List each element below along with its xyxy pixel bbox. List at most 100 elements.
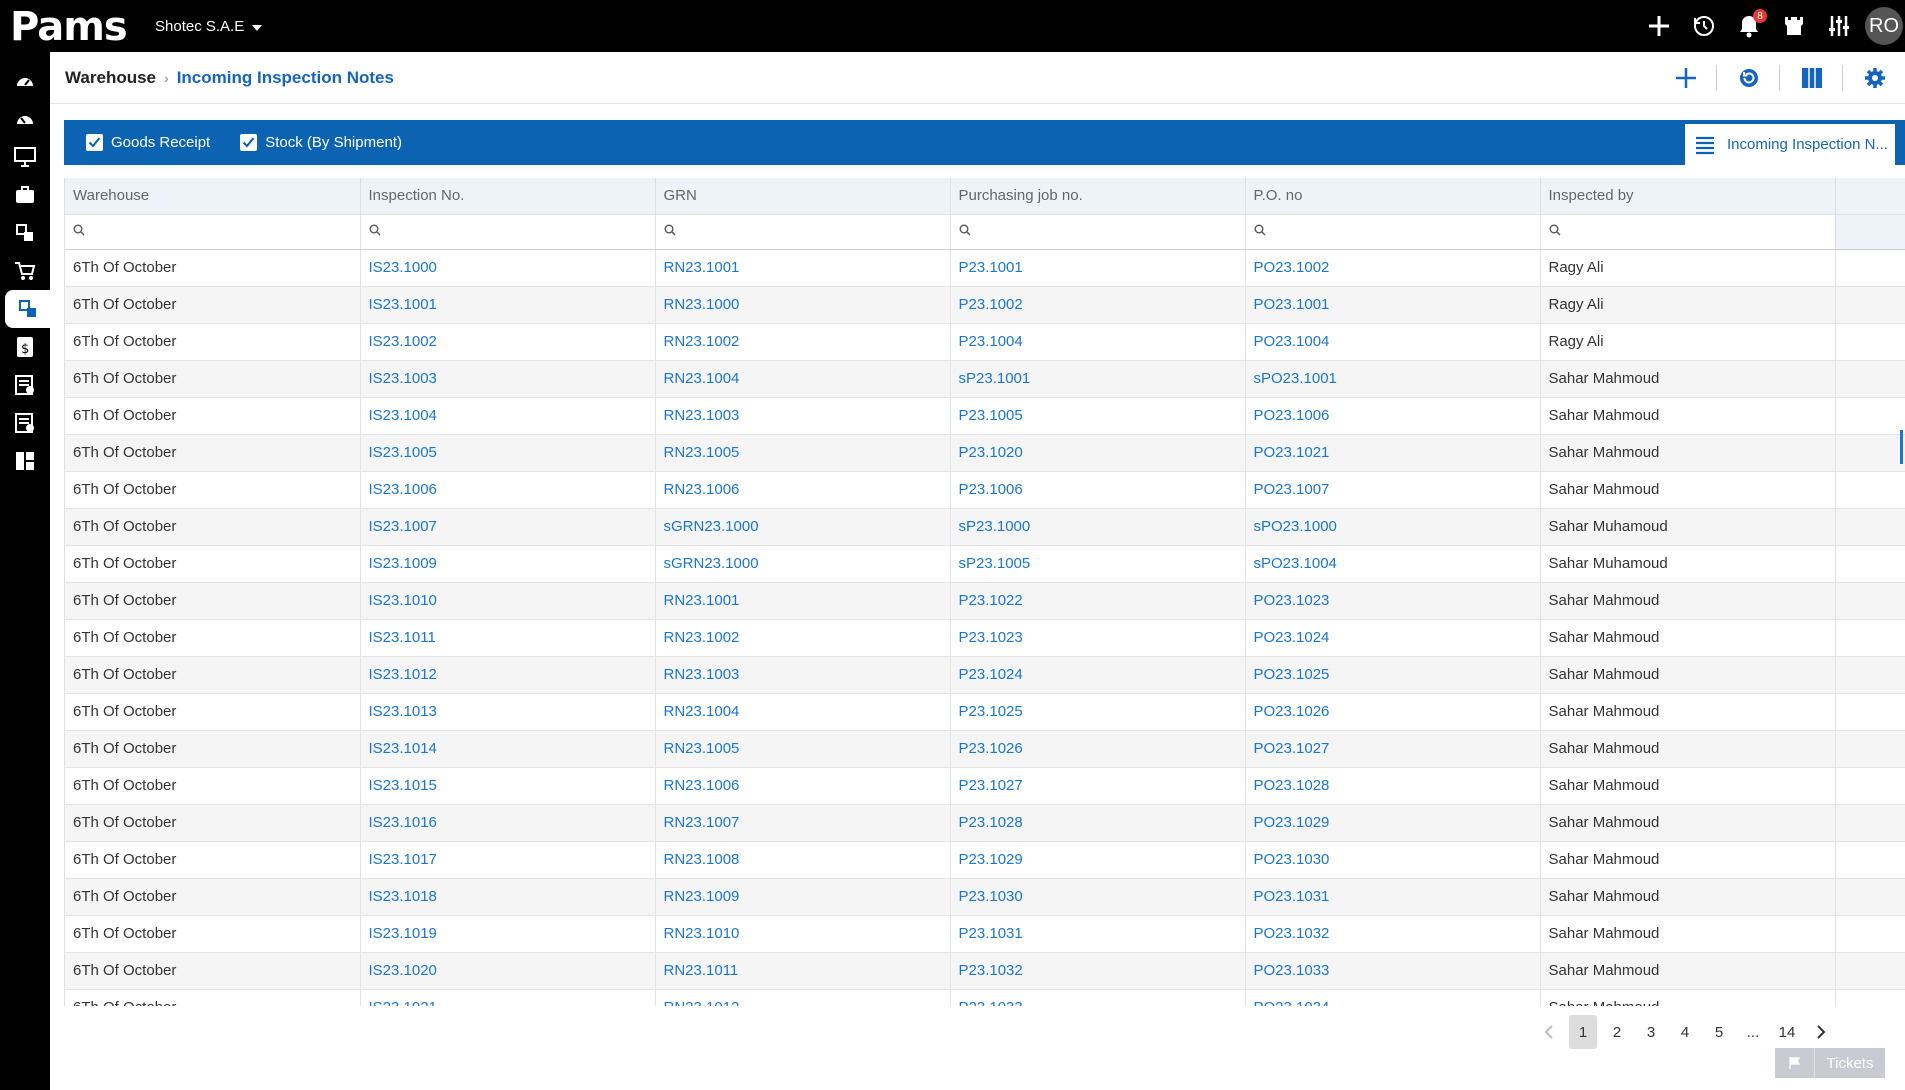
avatar[interactable]: RO — [1865, 7, 1903, 45]
page-button-5[interactable]: 5 — [1705, 1015, 1733, 1049]
table-row[interactable]: 6Th Of October IS23.1005 RN23.1005 P23.1020… — [65, 434, 1905, 472]
cell-grn[interactable]: RN23.1002 — [655, 619, 951, 657]
cell-inspection-no[interactable]: IS23.1004 — [360, 397, 656, 435]
page-button-last[interactable]: 14 — [1773, 1015, 1801, 1049]
filter-warehouse[interactable] — [65, 214, 361, 250]
cell-inspection-no[interactable]: IS23.1015 — [360, 767, 656, 805]
sidebar-item-dashboard-2[interactable] — [0, 100, 50, 138]
table-row[interactable]: 6Th Of October IS23.1015 RN23.1006 P23.1027… — [65, 767, 1905, 805]
cell-grn[interactable]: sGRN23.1000 — [655, 545, 951, 583]
cell-po-no[interactable]: PO23.1030 — [1245, 841, 1541, 879]
cell-po-no[interactable]: PO23.1024 — [1245, 619, 1541, 657]
cell-purchasing-job[interactable]: P23.1033 — [950, 989, 1246, 1006]
cell-inspection-no[interactable]: IS23.1016 — [360, 804, 656, 842]
cell-purchasing-job[interactable]: P23.1005 — [950, 397, 1246, 435]
cell-inspection-no[interactable]: IS23.1001 — [360, 286, 656, 324]
sidebar-item-finance[interactable]: $ — [0, 328, 50, 366]
column-header-inspected-by[interactable]: Inspected by — [1540, 178, 1836, 215]
cell-inspection-no[interactable]: IS23.1009 — [360, 545, 656, 583]
cell-grn[interactable]: RN23.1010 — [655, 915, 951, 953]
cell-purchasing-job[interactable]: P23.1020 — [950, 434, 1246, 472]
cell-inspection-no[interactable]: IS23.1006 — [360, 471, 656, 509]
cell-purchasing-job[interactable]: P23.1032 — [950, 952, 1246, 990]
cell-po-no[interactable]: PO23.1034 — [1245, 989, 1541, 1006]
column-header-grn[interactable]: GRN — [655, 178, 951, 215]
table-row[interactable]: 6Th Of October IS23.1018 RN23.1009 P23.1030… — [65, 878, 1905, 916]
cell-grn[interactable]: RN23.1012 — [655, 989, 951, 1006]
cell-inspection-no[interactable]: IS23.1007 — [360, 508, 656, 546]
sliders-icon[interactable] — [1816, 0, 1861, 52]
scrollbar-thumb[interactable] — [1900, 430, 1903, 464]
settings-button[interactable] — [1843, 52, 1905, 104]
cell-po-no[interactable]: PO23.1021 — [1245, 434, 1541, 472]
goods-receipt-checkbox[interactable]: Goods Receipt — [86, 134, 210, 151]
cell-grn[interactable]: RN23.1004 — [655, 360, 951, 398]
cell-purchasing-job[interactable]: P23.1001 — [950, 249, 1246, 287]
cell-po-no[interactable]: sPO23.1001 — [1245, 360, 1541, 398]
cell-inspection-no[interactable]: IS23.1020 — [360, 952, 656, 990]
cell-purchasing-job[interactable]: P23.1026 — [950, 730, 1246, 768]
breadcrumb-root[interactable]: Warehouse — [65, 68, 156, 88]
table-row[interactable]: 6Th Of October IS23.1016 RN23.1007 P23.1028… — [65, 804, 1905, 842]
cell-inspection-no[interactable]: IS23.1013 — [360, 693, 656, 731]
column-header-purchasing-job[interactable]: Purchasing job no. — [950, 178, 1246, 215]
sidebar-item-dashboard[interactable] — [0, 62, 50, 100]
cell-po-no[interactable]: PO23.1032 — [1245, 915, 1541, 953]
cell-grn[interactable]: RN23.1001 — [655, 582, 951, 620]
cell-grn[interactable]: RN23.1009 — [655, 878, 951, 916]
view-tab-incoming-inspection[interactable]: Incoming Inspection N... — [1685, 124, 1895, 165]
cell-inspection-no[interactable]: IS23.1000 — [360, 249, 656, 287]
cell-grn[interactable]: RN23.1003 — [655, 656, 951, 694]
sidebar-item-settings-doc[interactable] — [0, 404, 50, 442]
filter-inspection-no[interactable] — [360, 214, 656, 250]
table-row[interactable]: 6Th Of October IS23.1017 RN23.1008 P23.1029… — [65, 841, 1905, 879]
cell-po-no[interactable]: sPO23.1004 — [1245, 545, 1541, 583]
cell-grn[interactable]: RN23.1003 — [655, 397, 951, 435]
cell-purchasing-job[interactable]: sP23.1000 — [950, 508, 1246, 546]
cell-inspection-no[interactable]: IS23.1002 — [360, 323, 656, 361]
cell-purchasing-job[interactable]: P23.1029 — [950, 841, 1246, 879]
sidebar-item-briefcase[interactable] — [0, 176, 50, 214]
table-row[interactable]: 6Th Of October IS23.1007 sGRN23.1000 sP23.1… — [65, 508, 1905, 546]
table-row[interactable]: 6Th Of October IS23.1019 RN23.1010 P23.1031… — [65, 915, 1905, 953]
cell-po-no[interactable]: PO23.1023 — [1245, 582, 1541, 620]
prev-page-button[interactable] — [1535, 1015, 1563, 1049]
sidebar-item-monitor[interactable] — [0, 138, 50, 176]
table-row[interactable]: 6Th Of October IS23.1020 RN23.1011 P23.1032… — [65, 952, 1905, 990]
cell-po-no[interactable]: PO23.1002 — [1245, 249, 1541, 287]
cell-purchasing-job[interactable]: P23.1027 — [950, 767, 1246, 805]
cell-grn[interactable]: RN23.1006 — [655, 767, 951, 805]
cell-grn[interactable]: RN23.1005 — [655, 434, 951, 472]
cell-purchasing-job[interactable]: P23.1022 — [950, 582, 1246, 620]
page-button-4[interactable]: 4 — [1671, 1015, 1699, 1049]
table-row[interactable]: 6Th Of October IS23.1000 RN23.1001 P23.1001… — [65, 249, 1905, 287]
cell-grn[interactable]: RN23.1006 — [655, 471, 951, 509]
refresh-button[interactable] — [1717, 52, 1779, 104]
page-button-3[interactable]: 3 — [1637, 1015, 1665, 1049]
cell-grn[interactable]: RN23.1002 — [655, 323, 951, 361]
table-row[interactable]: 6Th Of October IS23.1002 RN23.1002 P23.1004… — [65, 323, 1905, 361]
table-row[interactable]: 6Th Of October IS23.1001 RN23.1000 P23.1002… — [65, 286, 1905, 324]
cell-inspection-no[interactable]: IS23.1012 — [360, 656, 656, 694]
table-row[interactable]: 6Th Of October IS23.1013 RN23.1004 P23.1025… — [65, 693, 1905, 731]
cell-purchasing-job[interactable]: P23.1004 — [950, 323, 1246, 361]
filter-purchasing-job[interactable] — [950, 214, 1246, 250]
sidebar-item-reports[interactable] — [0, 442, 50, 480]
cell-inspection-no[interactable]: IS23.1005 — [360, 434, 656, 472]
cell-grn[interactable]: RN23.1005 — [655, 730, 951, 768]
app-logo[interactable]: Pams — [0, 0, 150, 52]
cell-purchasing-job[interactable]: P23.1023 — [950, 619, 1246, 657]
cell-purchasing-job[interactable]: sP23.1001 — [950, 360, 1246, 398]
cell-grn[interactable]: RN23.1011 — [655, 952, 951, 990]
cell-po-no[interactable]: PO23.1007 — [1245, 471, 1541, 509]
filter-inspected-by[interactable] — [1540, 214, 1836, 250]
next-page-button[interactable] — [1807, 1015, 1835, 1049]
cell-po-no[interactable]: PO23.1031 — [1245, 878, 1541, 916]
cell-purchasing-job[interactable]: P23.1025 — [950, 693, 1246, 731]
company-selector[interactable]: Shotec S.A.E — [155, 18, 263, 35]
tickets-button[interactable]: Tickets — [1775, 1048, 1885, 1078]
cell-po-no[interactable]: PO23.1027 — [1245, 730, 1541, 768]
table-row[interactable]: 6Th Of October IS23.1009 sGRN23.1000 sP23.1… — [65, 545, 1905, 583]
cell-grn[interactable]: RN23.1004 — [655, 693, 951, 731]
add-icon[interactable] — [1636, 0, 1681, 52]
